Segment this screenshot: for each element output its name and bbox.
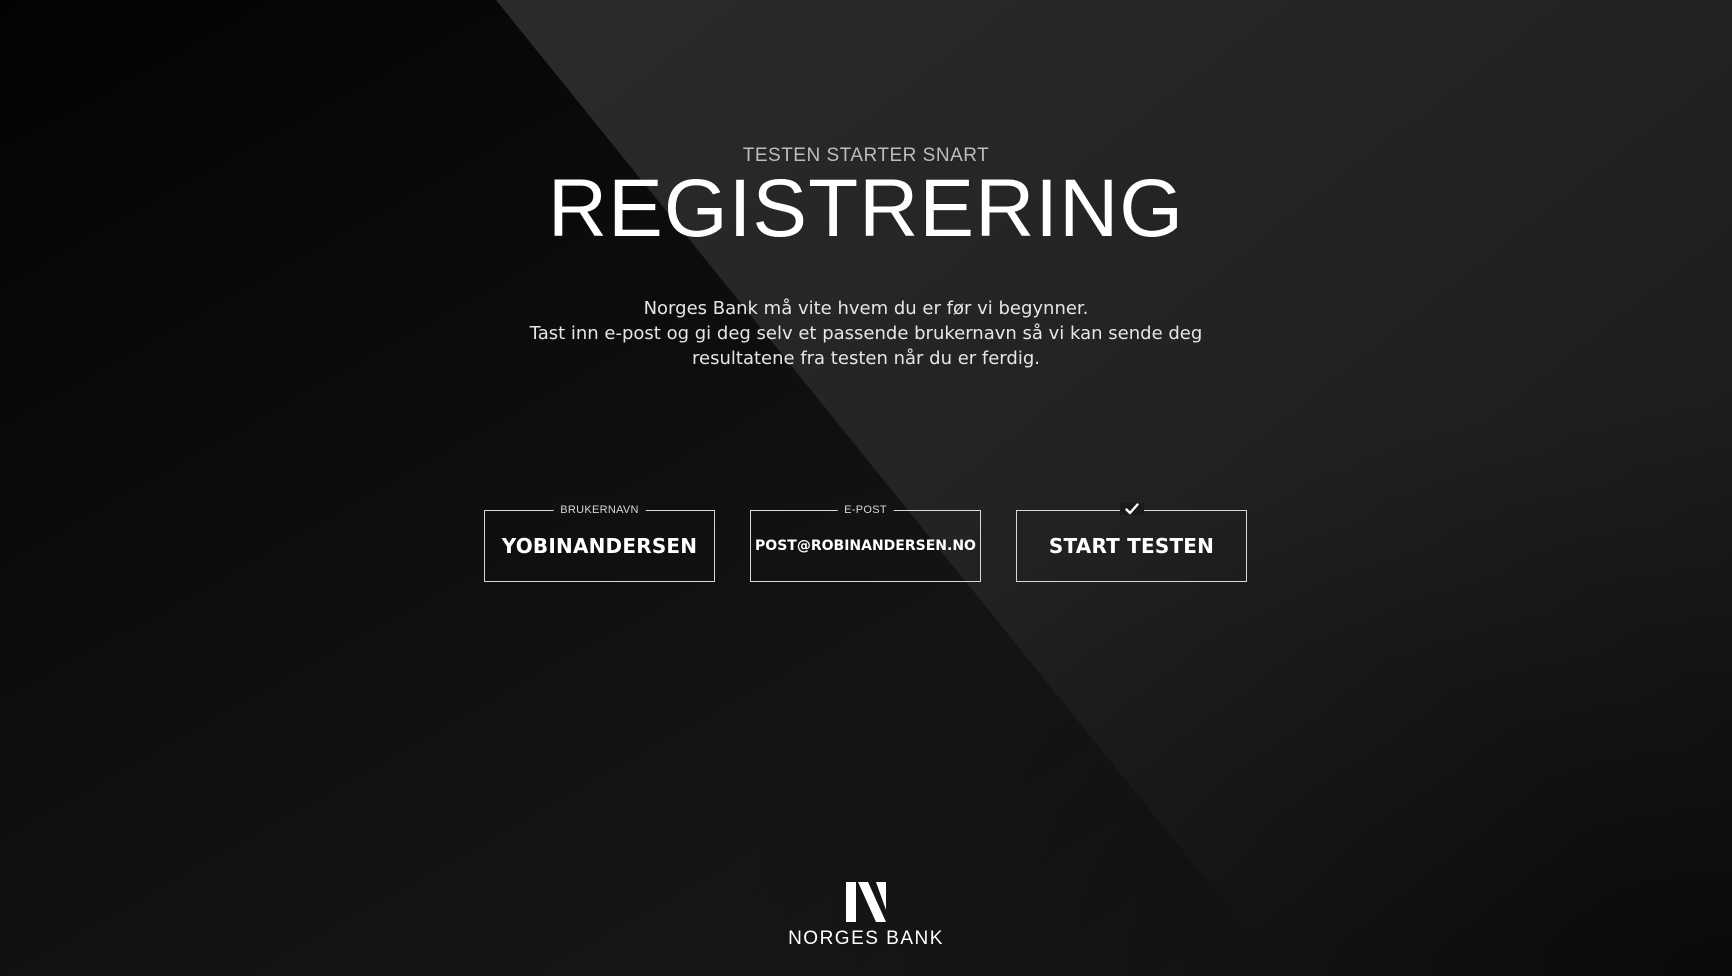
description-line-3: resultatene fra testen når du er ferdig.	[692, 348, 1040, 369]
description-line-2: Tast inn e-post og gi deg selv et passen…	[529, 323, 1203, 344]
email-field[interactable]: E-POST POST@ROBINANDERSEN.NO	[750, 503, 981, 582]
registration-page: TESTEN STARTER SNART REGISTRERING Norges…	[0, 0, 1732, 976]
check-icon	[1119, 503, 1144, 515]
start-test-label: START TESTEN	[1048, 534, 1215, 558]
email-value[interactable]: POST@ROBINANDERSEN.NO	[755, 538, 976, 554]
main-content: TESTEN STARTER SNART REGISTRERING Norges…	[0, 0, 1732, 976]
description-line-1: Norges Bank må vite hvem du er før vi be…	[643, 298, 1089, 319]
norges-bank-logo-icon	[846, 882, 886, 922]
username-value[interactable]: YOBINANDERSEN	[502, 534, 697, 558]
brand-name: NORGES BANK	[788, 928, 944, 949]
email-label: E-POST	[837, 503, 894, 517]
page-title: REGISTRERING	[547, 163, 1185, 254]
username-label: BRUKERNAVN	[553, 503, 646, 517]
username-field[interactable]: BRUKERNAVN YOBINANDERSEN	[484, 503, 715, 582]
intro-description: Norges Bank må vite hvem du er før vi be…	[0, 296, 1732, 371]
start-test-button[interactable]: START TESTEN	[1016, 503, 1247, 582]
